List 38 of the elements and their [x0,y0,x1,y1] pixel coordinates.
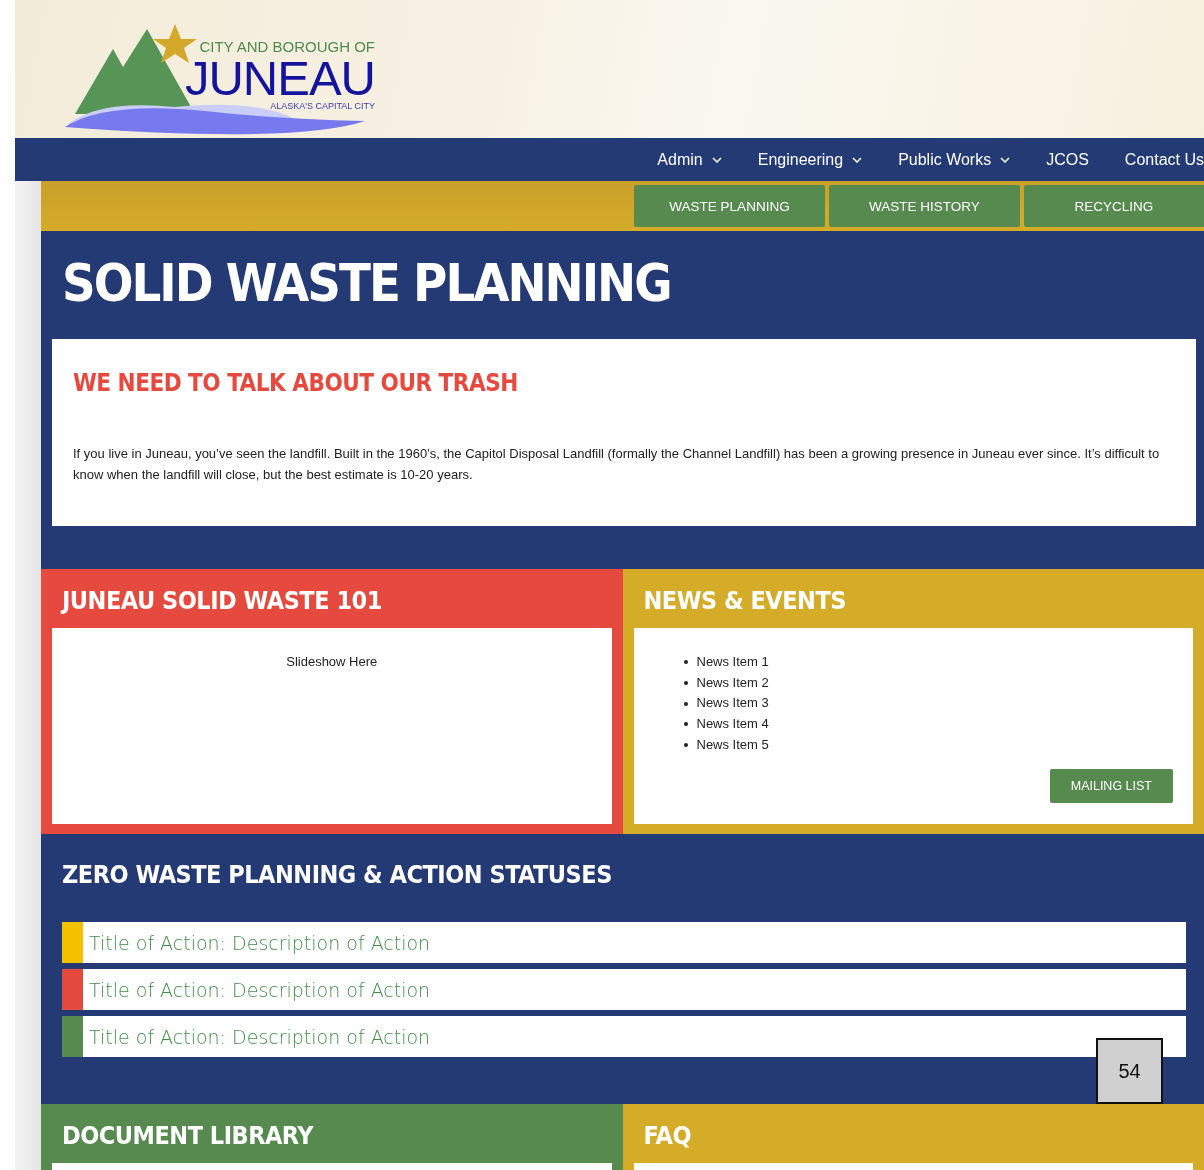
mailing-list-button[interactable]: MAILING LIST [1049,769,1173,803]
news-item[interactable]: News Item 5 [696,734,769,756]
panel-heading: DOCUMENT LIBRARY [62,1120,315,1152]
section-tab[interactable]: RECYCLING [1024,185,1204,227]
logo-subtitle: CITY AND BOROUGH OF [199,38,375,55]
action-title[interactable]: Title of Action: Description of Action [89,978,431,1001]
nav-link[interactable]: Engineering [757,150,863,169]
intro-paragraph: If you live in Juneau, you’ve seen the landfill. Built in the 1960’s, the Capitol Disposal Landfill (formally the Channel Landfill) has been a growing presence in Juneau ever since. It’s difficult to know when the landfill will close, but the best estimate is 10-20 years. [73,445,1161,484]
section-heading: ZERO WASTE PLANNING & ACTION STATUSES [62,859,613,891]
nav-link[interactable]: JCOS [1046,150,1089,169]
caret-icon [1000,156,1011,163]
news-item[interactable]: News Item 2 [696,672,769,694]
panel-heading: JUNEAU SOLID WASTE 101 [62,585,383,617]
section-tab[interactable]: WASTE HISTORY [829,185,1020,227]
bullet-icon [683,722,688,727]
nav-link[interactable]: Contact Us [1124,150,1204,169]
logo-title: JUNEAU [184,55,375,101]
section-tab[interactable]: WASTE PLANNING [634,185,825,227]
page-title: SOLID WASTE PLANNING [62,252,672,315]
slideshow-area: Slideshow Here [52,628,612,824]
news-item[interactable]: News Item 1 [696,652,769,673]
panel-heading: FAQ [643,1120,693,1152]
news-item[interactable]: News Item 4 [696,714,769,735]
nav-link[interactable]: Public Works [898,150,1011,169]
caret-icon [711,156,722,163]
bullet-icon [683,660,688,665]
bullet-icon [683,701,688,706]
nav-link[interactable]: Admin [657,150,722,169]
action-title[interactable]: Title of Action: Description of Action [89,1025,431,1048]
logo-tagline: ALASKA'S CAPITAL CITY [270,101,375,112]
news-item[interactable]: News Item 3 [696,693,769,715]
bullet-icon [683,681,688,686]
caret-icon [852,156,863,163]
panel-heading: NEWS & EVENTS [643,585,847,617]
page-number: 54 [1096,1038,1163,1104]
bullet-icon [683,743,688,748]
intro-heading: WE NEED TO TALK ABOUT OUR TRASH [73,368,519,399]
action-title[interactable]: Title of Action: Description of Action [89,931,431,954]
